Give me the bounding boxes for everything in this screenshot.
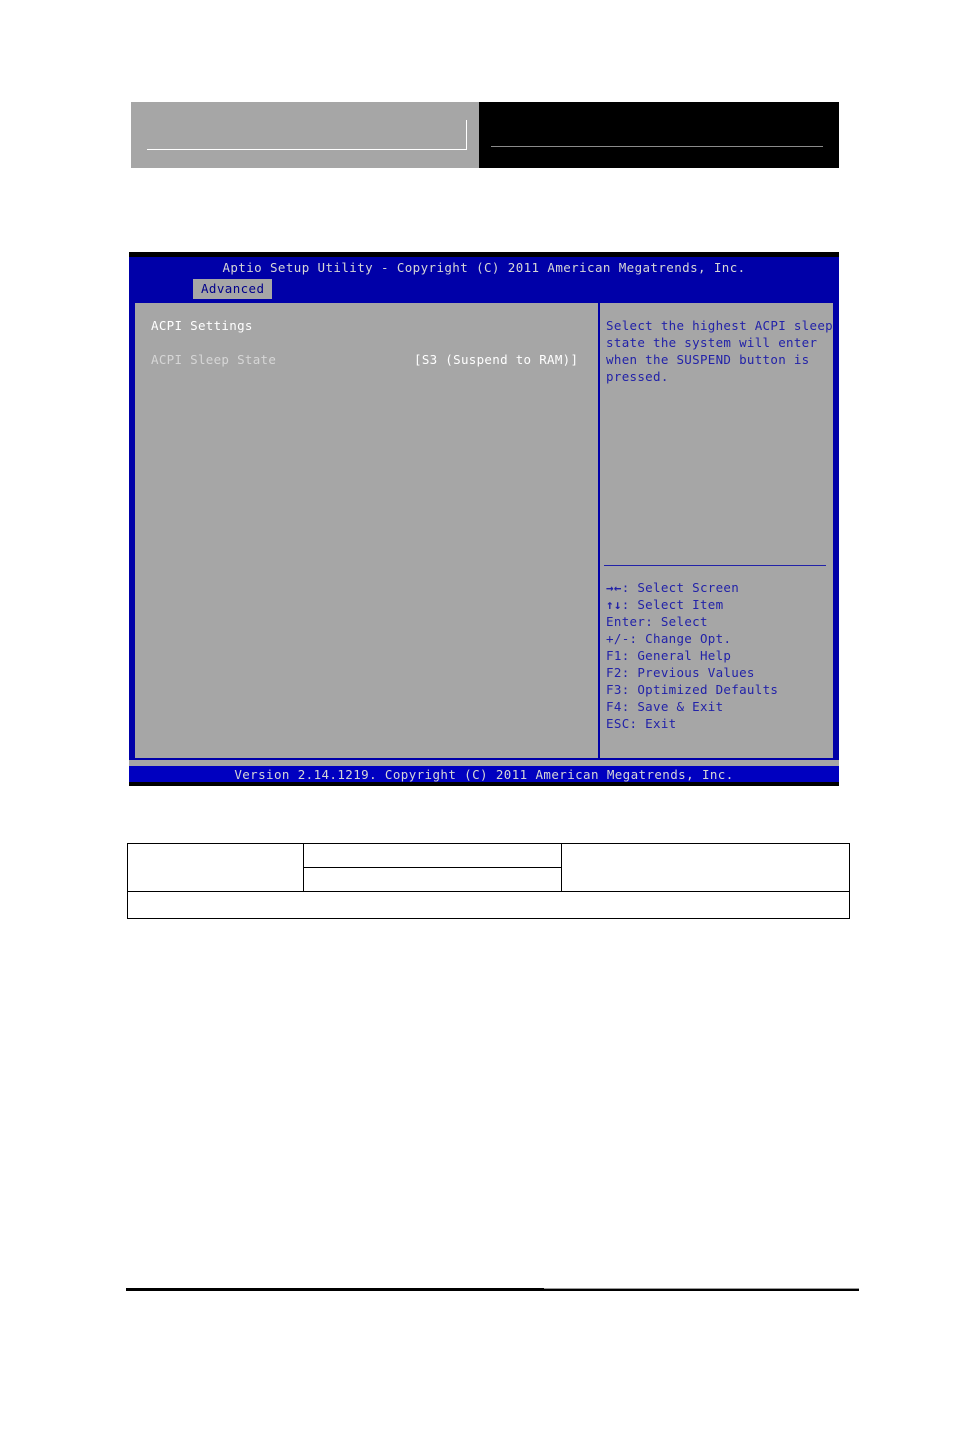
legend-item-select-screen: →←: Select Screen — [606, 579, 778, 596]
arrow-left-right-icon: →← — [606, 580, 622, 595]
bios-tab-bar: Advanced — [129, 279, 839, 299]
table-row — [127, 891, 850, 919]
description-table — [127, 843, 851, 919]
table-cell-feature — [127, 843, 304, 892]
legend-item-label: : Exit — [629, 716, 677, 731]
bios-setup-screen: Aptio Setup Utility - Copyright (C) 2011… — [129, 252, 839, 786]
legend-item-enter-select: Enter: Select — [606, 613, 778, 630]
bios-settings-pane: ACPI Settings ACPI Sleep State [S3 (Susp… — [135, 303, 598, 758]
header-left-rule — [147, 149, 467, 150]
table-cell-footnote — [127, 891, 850, 919]
legend-item-exit: ESC: Exit — [606, 715, 778, 732]
header-left-tick — [466, 120, 467, 150]
bios-body: ACPI Settings ACPI Sleep State [S3 (Susp… — [133, 301, 835, 760]
legend-item-select-item: ↑↓: Select Item — [606, 596, 778, 613]
legend-item-label: : Change Opt. — [629, 631, 732, 646]
legend-item-key: F2 — [606, 665, 622, 680]
legend-item-key: +/- — [606, 631, 630, 646]
logo-placeholder-block — [131, 102, 479, 168]
page-bottom-rule-highlight — [544, 1288, 859, 1289]
table-row — [127, 843, 851, 892]
header-right-rule — [491, 146, 823, 147]
legend-item-general-help: F1: General Help — [606, 647, 778, 664]
help-text-line: pressed. — [606, 369, 669, 384]
legend-item-key: F3 — [606, 682, 622, 697]
legend-item-optimized-defaults: F3: Optimized Defaults — [606, 681, 778, 698]
help-separator-rule — [604, 565, 827, 566]
legend-item-label: : Select — [645, 614, 708, 629]
legend-item-key: Enter — [606, 614, 646, 629]
table-cell-option-a — [302, 843, 562, 868]
legend-item-label: : Previous Values — [621, 665, 755, 680]
legend-item-key: ESC — [606, 716, 630, 731]
legend-item-label: : Select Screen — [621, 580, 740, 595]
help-text-line: Select the highest ACPI sleep — [606, 318, 833, 333]
setting-label: ACPI Sleep State — [151, 352, 277, 367]
legend-item-label: : General Help — [621, 648, 732, 663]
bios-title-text: Aptio Setup Utility - Copyright (C) 2011… — [222, 260, 746, 275]
legend-item-change-opt: +/-: Change Opt. — [606, 630, 778, 647]
arrow-up-down-icon: ↑↓ — [606, 597, 622, 612]
settings-group-heading: ACPI Settings — [151, 318, 253, 333]
bios-footer-bar: Version 2.14.1219. Copyright (C) 2011 Am… — [129, 766, 839, 782]
title-placeholder-block — [479, 102, 839, 168]
legend-item-label: : Select Item — [621, 597, 724, 612]
keyboard-legend: →←: Select Screen ↑↓: Select Item Enter:… — [606, 579, 778, 732]
legend-item-previous-values: F2: Previous Values — [606, 664, 778, 681]
table-cell-description — [560, 843, 851, 892]
bios-bottom-strip — [129, 782, 839, 786]
page-header — [131, 102, 839, 168]
bios-footer-text: Version 2.14.1219. Copyright (C) 2011 Am… — [234, 767, 734, 782]
bios-title-bar: Aptio Setup Utility - Copyright (C) 2011… — [129, 257, 839, 279]
setting-value[interactable]: [S3 (Suspend to RAM)] — [414, 351, 578, 368]
help-text-line: state the system will enter — [606, 335, 818, 350]
tab-advanced[interactable]: Advanced — [193, 279, 273, 299]
bios-help-pane: Select the highest ACPI sleep state the … — [600, 303, 833, 758]
legend-item-save-exit: F4: Save & Exit — [606, 698, 778, 715]
legend-item-key: F1 — [606, 648, 622, 663]
legend-item-label: : Optimized Defaults — [621, 682, 779, 697]
setting-row-acpi-sleep-state[interactable]: ACPI Sleep State [S3 (Suspend to RAM)] — [151, 351, 598, 368]
help-text-line: when the SUSPEND button is — [606, 352, 810, 367]
legend-item-key: F4 — [606, 699, 622, 714]
table-cell-option-b — [302, 867, 562, 892]
legend-item-label: : Save & Exit — [621, 699, 724, 714]
